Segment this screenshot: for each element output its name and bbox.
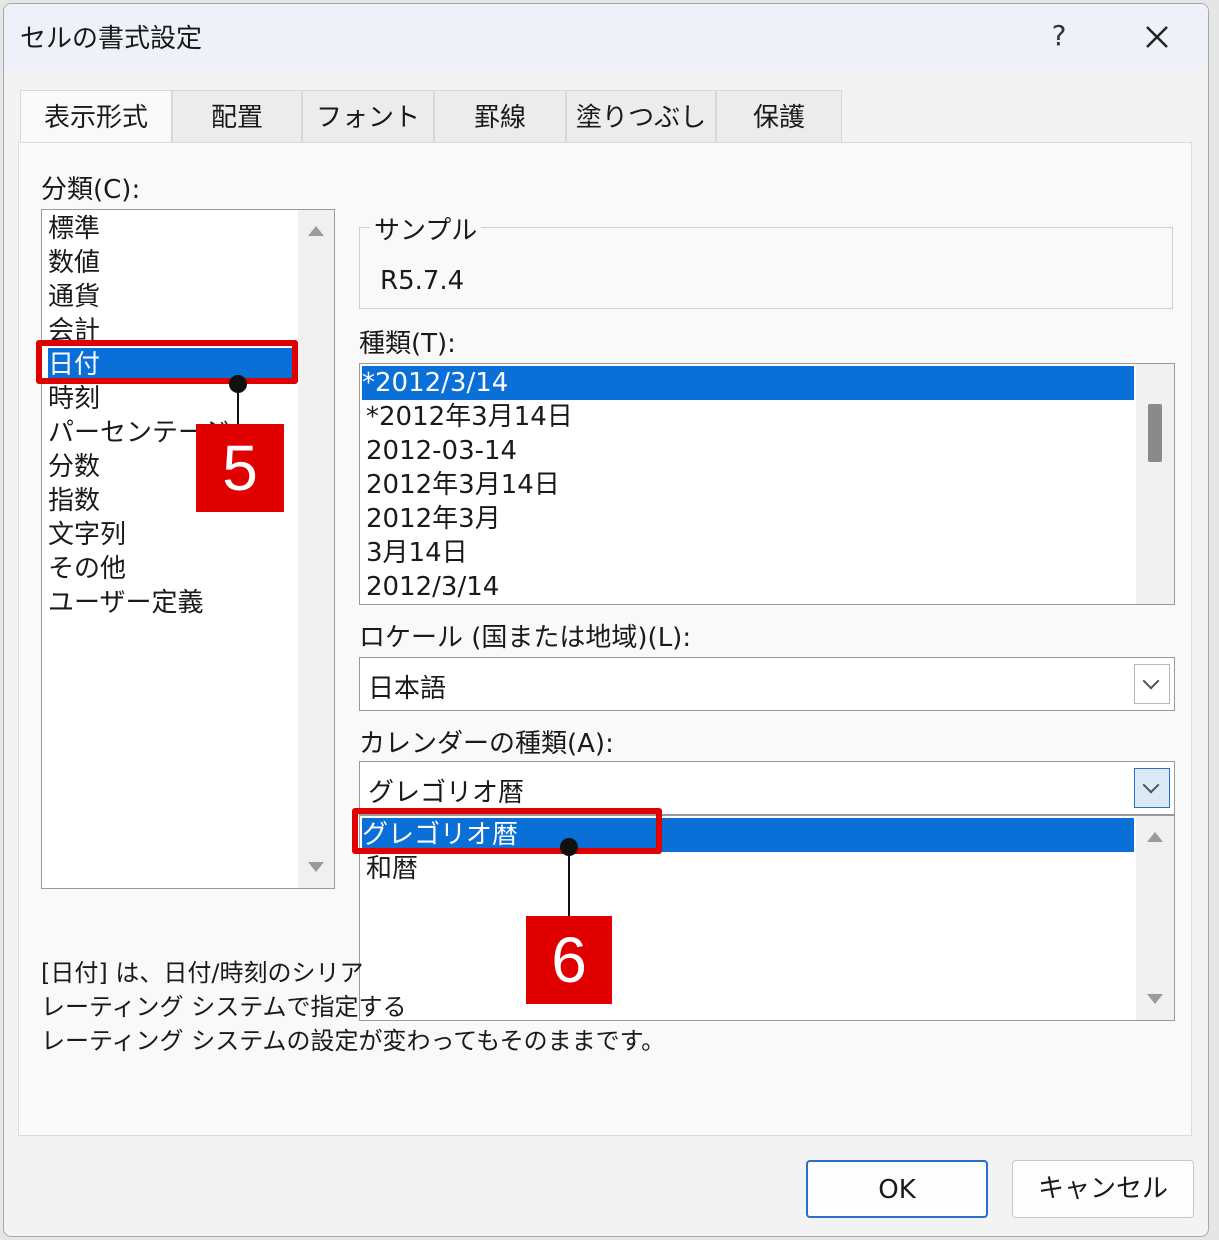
locale-label: ロケール (国または地域)(L): — [359, 623, 692, 653]
description-line-2: レーティング システムで指定する — [41, 993, 407, 1021]
category-list[interactable]: 標準 数値 通貨 会計 日付 時刻 パーセンテージ 分数 指数 文字列 その他 … — [41, 209, 335, 889]
ok-button[interactable]: OK — [806, 1160, 988, 1218]
sample-label: サンプル — [370, 210, 482, 247]
tab-border[interactable]: 罫線 — [434, 90, 566, 144]
locale-dropdown-button[interactable] — [1134, 664, 1170, 704]
dialog-title: セルの書式設定 — [20, 24, 203, 54]
step6-badge: 6 — [526, 916, 612, 1004]
sample-groupbox: サンプル R5.7.4 — [359, 210, 1173, 309]
scroll-up-arrow-icon[interactable] — [1147, 832, 1163, 842]
step5-badge: 5 — [196, 424, 284, 512]
category-item[interactable]: 文字列 — [48, 518, 126, 552]
calendar-value: グレゴリオ暦 — [368, 778, 525, 808]
help-button[interactable]: ? — [1039, 14, 1079, 58]
locale-select[interactable]: 日本語 — [359, 657, 1175, 711]
calendar-option[interactable]: 和暦 — [366, 852, 418, 886]
category-item[interactable]: 分数 — [48, 450, 100, 484]
category-label: 分類(C): — [41, 175, 141, 205]
scroll-down-arrow-icon[interactable] — [308, 862, 324, 872]
title-bar: セルの書式設定 ? — [4, 4, 1208, 70]
description-line-1: [日付] は、日付/時刻のシリア — [41, 959, 364, 987]
format-cells-dialog: セルの書式設定 ? 表示形式 配置 フォント 罫線 塗りつぶし 保護 分類(C)… — [3, 3, 1209, 1237]
type-label: 種類(T): — [359, 329, 456, 359]
type-item-selected[interactable]: *2012/3/14 — [362, 366, 1134, 400]
type-scrollbar[interactable] — [1136, 364, 1174, 604]
close-button[interactable] — [1132, 12, 1182, 62]
chevron-down-icon — [1142, 672, 1160, 690]
calendar-dropdown-button[interactable] — [1134, 768, 1170, 808]
cancel-button[interactable]: キャンセル — [1012, 1160, 1194, 1218]
type-item[interactable]: 2012/3/14 — [366, 570, 499, 604]
category-item[interactable]: 標準 — [48, 212, 100, 246]
type-list[interactable]: *2012/3/14 *2012年3月14日 2012-03-14 2012年3… — [359, 363, 1175, 605]
type-item[interactable]: 2012-03-14 — [366, 434, 517, 468]
close-icon — [1146, 26, 1168, 48]
step6-pointer-line — [568, 848, 570, 916]
step5-highlight — [36, 340, 298, 384]
tab-number-format[interactable]: 表示形式 — [20, 90, 172, 146]
category-item[interactable]: ユーザー定義 — [48, 586, 203, 620]
category-item[interactable]: 通貨 — [48, 280, 100, 314]
category-scrollbar[interactable] — [298, 210, 334, 888]
category-item[interactable]: その他 — [48, 552, 126, 586]
calendar-label: カレンダーの種類(A): — [359, 729, 614, 759]
type-scroll-thumb[interactable] — [1148, 404, 1162, 462]
type-item[interactable]: *2012年3月14日 — [366, 400, 573, 434]
sample-value: R5.7.4 — [380, 266, 465, 296]
scroll-down-arrow-icon[interactable] — [1147, 994, 1163, 1004]
tab-fill[interactable]: 塗りつぶし — [566, 90, 716, 144]
category-item[interactable]: 指数 — [48, 484, 100, 518]
chevron-down-icon — [1142, 776, 1160, 794]
step6-highlight — [352, 808, 662, 854]
description-line-3: レーティング システムの設定が変わってもそのままです。 — [41, 1027, 666, 1055]
tab-font[interactable]: フォント — [302, 90, 434, 144]
type-item[interactable]: 2012年3月 — [366, 502, 501, 536]
scroll-up-arrow-icon[interactable] — [308, 226, 324, 236]
calendar-dropdown-scrollbar[interactable] — [1136, 816, 1174, 1020]
type-item[interactable]: 3月14日 — [366, 536, 468, 570]
tab-alignment[interactable]: 配置 — [172, 90, 302, 144]
category-item[interactable]: 時刻 — [48, 382, 100, 416]
locale-value: 日本語 — [368, 674, 447, 704]
type-item[interactable]: 2012年3月14日 — [366, 468, 560, 502]
calendar-select[interactable]: グレゴリオ暦 — [359, 761, 1175, 815]
tab-protection[interactable]: 保護 — [716, 90, 842, 144]
category-item[interactable]: 数値 — [48, 246, 100, 280]
step5-pointer-line — [237, 384, 239, 424]
